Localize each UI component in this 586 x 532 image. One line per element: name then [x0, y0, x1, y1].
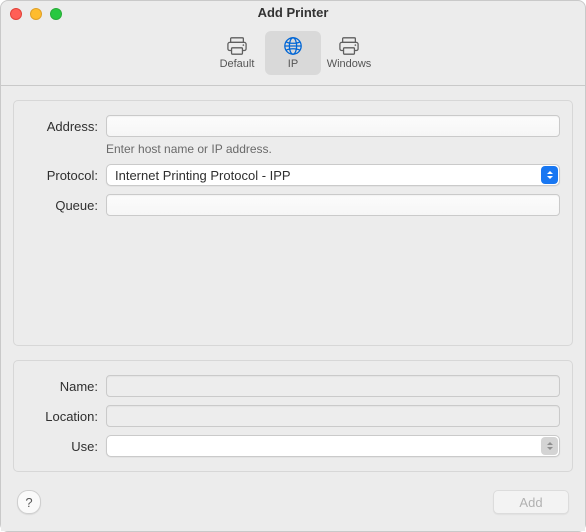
identity-panel: Name: Location: Use: — [13, 360, 573, 472]
toolbar-item-label: Default — [220, 58, 255, 70]
globe-icon — [282, 36, 304, 56]
add-button[interactable]: Add — [493, 490, 569, 514]
window-title: Add Printer — [1, 5, 585, 20]
footer: ? Add — [1, 473, 585, 531]
use-select[interactable] — [106, 435, 560, 457]
toolbar-item-label: Windows — [327, 58, 372, 70]
chevron-up-down-icon — [541, 437, 558, 455]
chevron-up-down-icon — [541, 166, 558, 184]
name-input[interactable] — [106, 375, 560, 397]
toolbar-item-windows[interactable]: Windows — [321, 31, 377, 75]
protocol-value: Internet Printing Protocol - IPP — [115, 168, 291, 183]
body: Address: Enter host name or IP address. … — [1, 86, 585, 531]
protocol-select[interactable]: Internet Printing Protocol - IPP — [106, 164, 560, 186]
name-label: Name: — [26, 379, 106, 394]
address-input[interactable] — [106, 115, 560, 137]
use-label: Use: — [26, 439, 106, 454]
printer-icon — [226, 36, 248, 56]
protocol-label: Protocol: — [26, 168, 106, 183]
toolbar-item-label: IP — [288, 58, 298, 70]
titlebar: Add Printer — [1, 1, 585, 27]
network-panel: Address: Enter host name or IP address. … — [13, 100, 573, 346]
queue-input[interactable] — [106, 194, 560, 216]
help-button[interactable]: ? — [17, 490, 41, 514]
location-input[interactable] — [106, 405, 560, 427]
toolbar-item-ip[interactable]: IP — [265, 31, 321, 75]
printer-icon — [338, 36, 360, 56]
toolbar-segment: Default IP — [209, 31, 377, 75]
add-printer-window: Add Printer Default — [0, 0, 586, 532]
queue-label: Queue: — [26, 198, 106, 213]
address-hint: Enter host name or IP address. — [26, 142, 560, 156]
toolbar-item-default[interactable]: Default — [209, 31, 265, 75]
toolbar: Default IP — [1, 27, 585, 86]
address-label: Address: — [26, 119, 106, 134]
location-label: Location: — [26, 409, 106, 424]
